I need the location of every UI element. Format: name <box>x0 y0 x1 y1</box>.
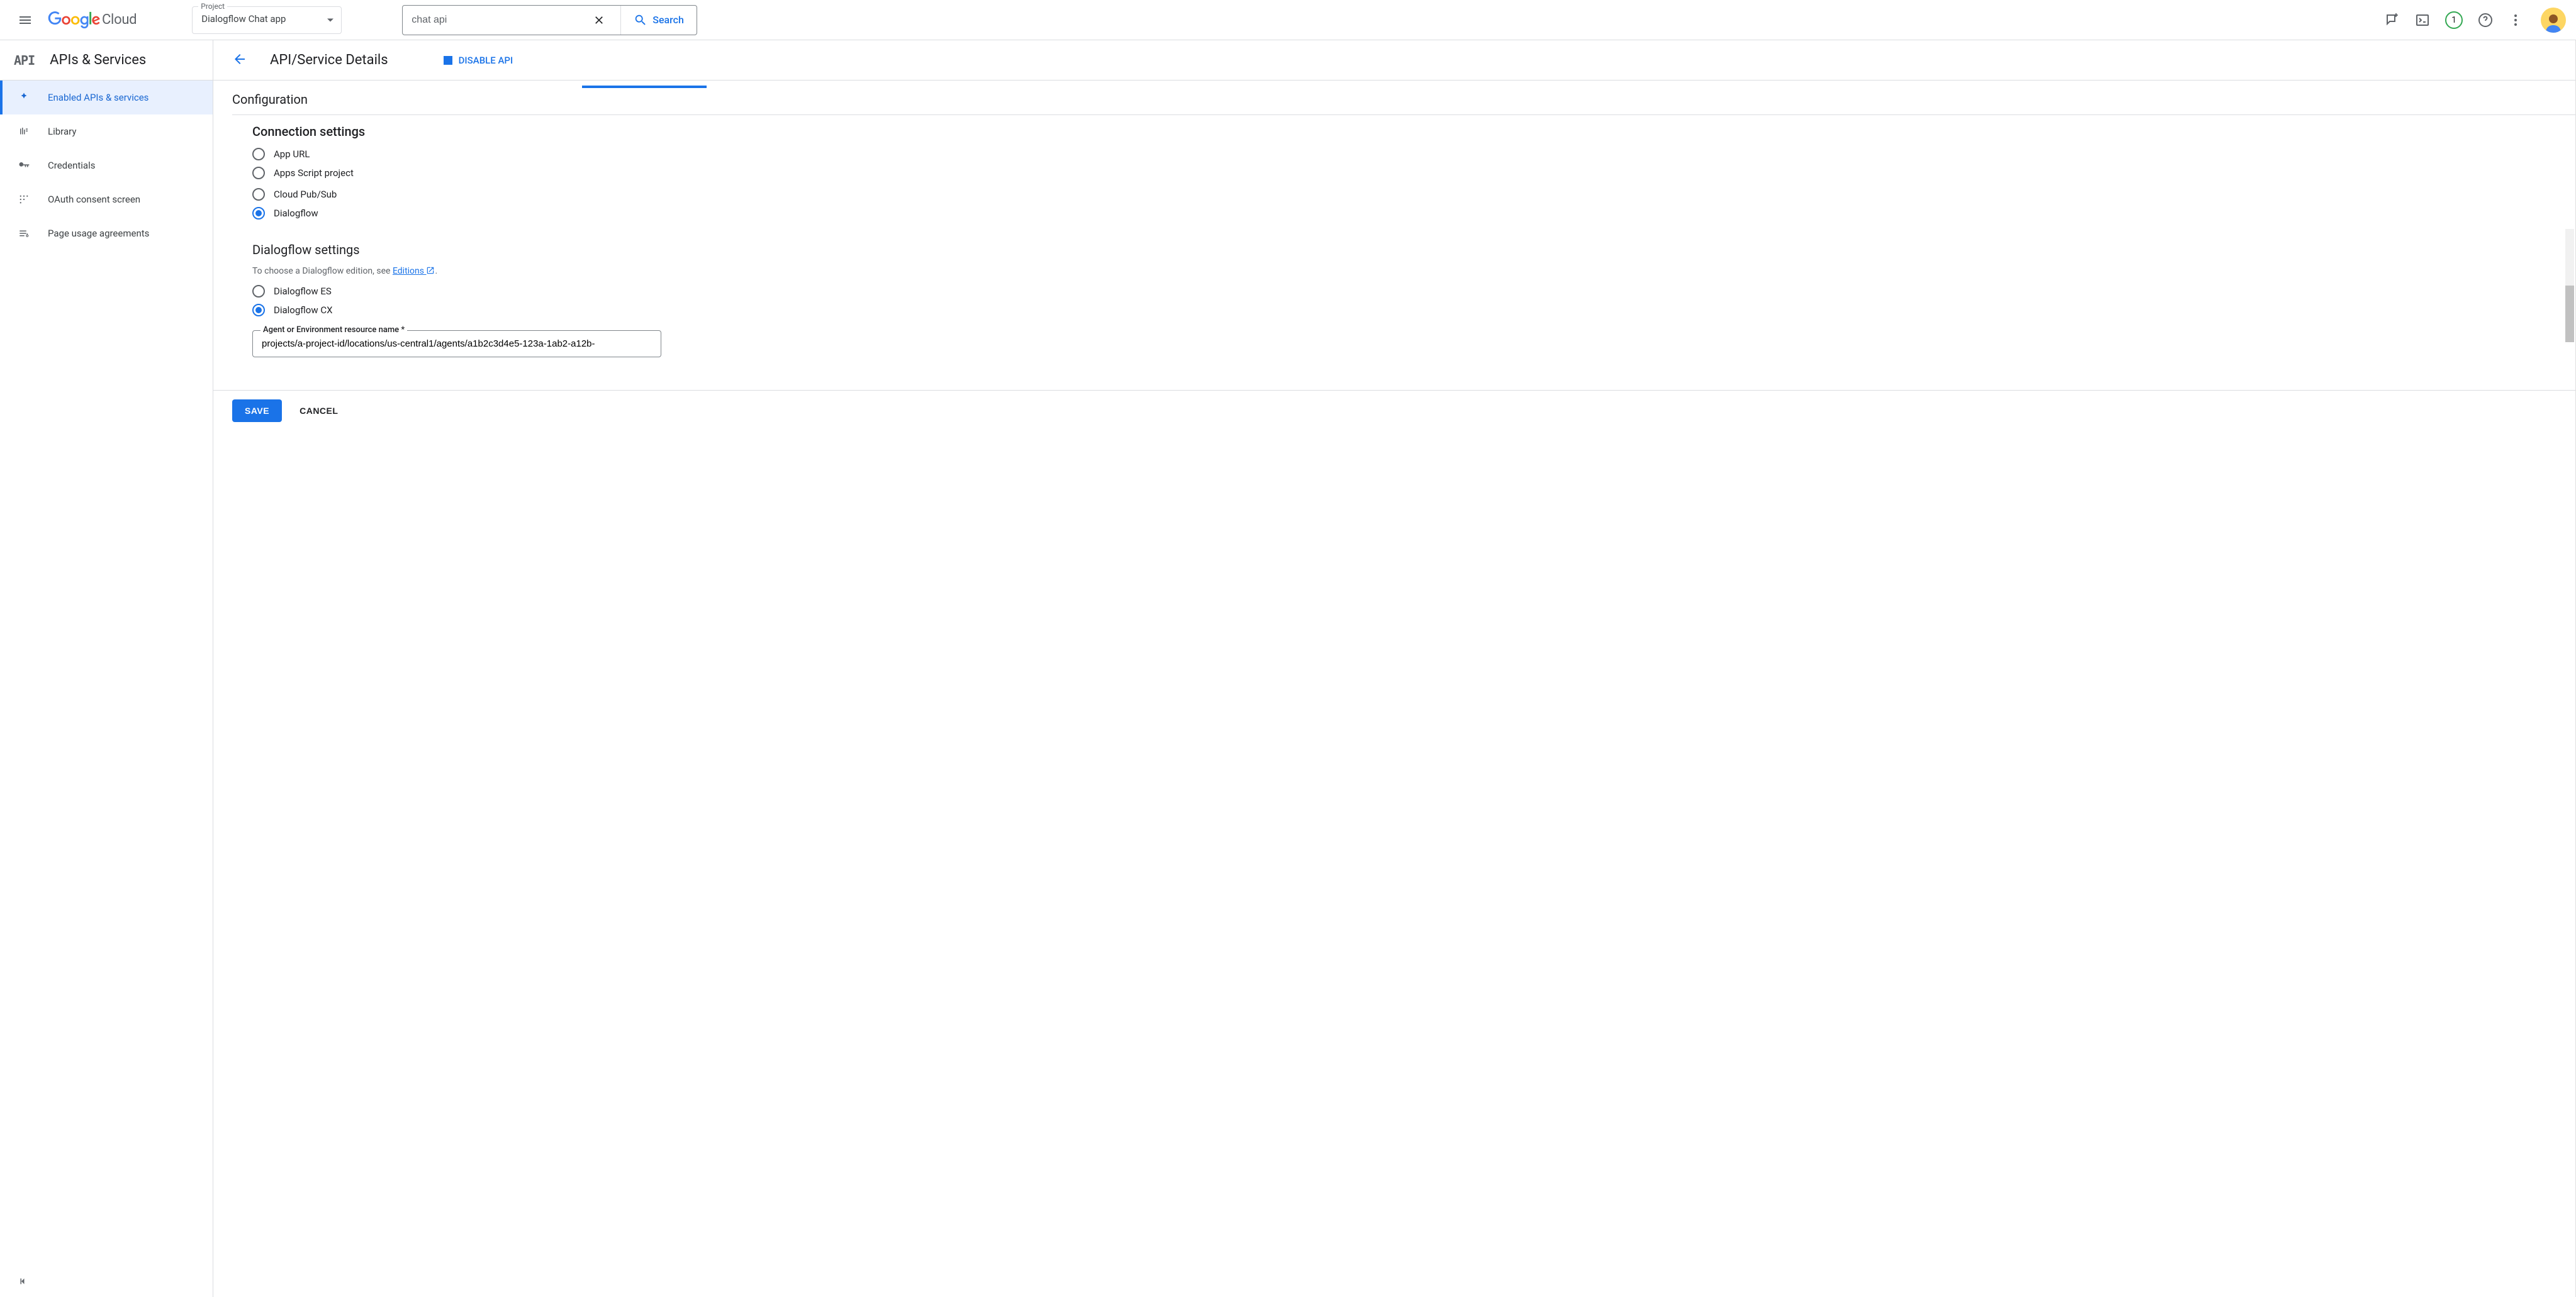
dialogflow-settings-heading: Dialogflow settings <box>252 242 2575 257</box>
dialogflow-help-text: To choose a Dialogflow edition, see Edit… <box>252 266 2575 276</box>
radio-pubsub[interactable]: Cloud Pub/Sub <box>252 188 2575 201</box>
search-icon <box>634 13 647 27</box>
radio-icon <box>252 188 265 201</box>
editions-link[interactable]: Editions <box>393 266 435 276</box>
page-title: API/Service Details <box>270 52 388 68</box>
api-badge: API <box>14 53 35 68</box>
radio-label: Cloud Pub/Sub <box>274 189 337 200</box>
search-bar: Search <box>402 5 697 35</box>
radio-dialogflow[interactable]: Dialogflow <box>252 207 2575 220</box>
usage-icon <box>18 228 30 239</box>
radio-icon <box>252 207 265 220</box>
google-cloud-logo[interactable]: Cloud <box>48 11 137 29</box>
sidebar: API APIs & Services Enabled APIs & servi… <box>0 40 213 1297</box>
radio-icon <box>252 167 265 179</box>
radio-label: Dialogflow ES <box>274 286 332 297</box>
save-button[interactable]: SAVE <box>232 399 282 422</box>
enabled-apis-icon <box>18 92 30 103</box>
scrollbar-thumb[interactable] <box>2565 286 2574 342</box>
sidebar-item-label: Credentials <box>48 160 95 171</box>
radio-icon <box>252 304 265 316</box>
divider <box>232 114 2575 115</box>
search-button-label: Search <box>652 14 684 26</box>
sidebar-item-credentials[interactable]: Credentials <box>0 148 213 182</box>
caret-down-icon <box>327 18 333 21</box>
cloud-text: Cloud <box>102 12 137 28</box>
avatar-icon <box>2542 10 2565 33</box>
sidebar-item-label: OAuth consent screen <box>48 194 140 205</box>
hamburger-icon <box>18 13 33 28</box>
search-input-wrap <box>403 6 620 35</box>
help-icon <box>2478 13 2493 28</box>
search-input[interactable] <box>412 14 586 26</box>
search-clear-button[interactable] <box>586 14 612 26</box>
radio-icon <box>252 148 265 160</box>
account-avatar[interactable] <box>2541 8 2566 33</box>
radio-dialogflow-cx[interactable]: Dialogflow CX <box>252 304 2575 316</box>
content-area: Configuration Connection settings App UR… <box>213 81 2575 1297</box>
collapse-sidebar-button[interactable] <box>18 1276 29 1289</box>
notification-count: 1 <box>2451 15 2456 25</box>
google-logo-icon <box>48 11 101 29</box>
radio-label: Dialogflow CX <box>274 304 333 316</box>
resource-name-input[interactable] <box>262 338 652 349</box>
feedback-button[interactable] <box>2385 13 2400 28</box>
cancel-button[interactable]: CANCEL <box>300 406 338 416</box>
radio-label: App URL <box>274 148 310 160</box>
sidebar-item-library[interactable]: Library <box>0 114 213 148</box>
external-link-icon <box>426 266 435 275</box>
key-icon <box>18 159 30 172</box>
back-button[interactable] <box>227 47 252 74</box>
sidebar-item-oauth[interactable]: OAuth consent screen <box>0 182 213 216</box>
resource-name-field: Agent or Environment resource name * <box>252 330 661 357</box>
sidebar-item-enabled-apis[interactable]: Enabled APIs & services <box>0 81 213 114</box>
sidebar-item-label: Enabled APIs & services <box>48 92 148 103</box>
page-header: API/Service Details DISABLE API <box>213 40 2575 81</box>
arrow-back-icon <box>232 52 247 67</box>
disable-api-button[interactable]: DISABLE API <box>444 55 513 66</box>
sidebar-item-page-usage[interactable]: Page usage agreements <box>0 216 213 250</box>
radio-icon <box>252 285 265 298</box>
chevron-left-icon <box>18 1276 29 1287</box>
disable-api-label: DISABLE API <box>459 55 513 66</box>
radio-apps-script[interactable]: Apps Script project <box>252 167 2575 179</box>
cloud-shell-button[interactable] <box>2415 13 2430 28</box>
connection-settings-heading: Connection settings <box>252 124 2575 139</box>
help-button[interactable] <box>2478 13 2493 28</box>
close-icon <box>593 14 605 26</box>
search-button[interactable]: Search <box>621 6 697 35</box>
project-value: Dialogflow Chat app <box>201 13 318 25</box>
project-selector[interactable]: Project Dialogflow Chat app <box>192 6 342 34</box>
topbar: Cloud Project Dialogflow Chat app Search… <box>0 0 2576 40</box>
radio-label: Apps Script project <box>274 167 354 179</box>
library-icon <box>18 126 30 137</box>
stop-icon <box>444 56 452 65</box>
main-menu-button[interactable] <box>10 5 40 35</box>
sidebar-header: API APIs & Services <box>0 40 213 81</box>
feedback-icon <box>2385 13 2400 28</box>
help-pre: To choose a Dialogflow edition, see <box>252 266 393 276</box>
project-label: Project <box>198 2 227 11</box>
main-content: API/Service Details DISABLE API Configur… <box>213 40 2576 1297</box>
more-vert-icon <box>2508 13 2523 28</box>
terminal-icon <box>2415 13 2430 28</box>
sidebar-item-label: Page usage agreements <box>48 228 149 239</box>
radio-dialogflow-es[interactable]: Dialogflow ES <box>252 285 2575 298</box>
more-button[interactable] <box>2508 13 2523 28</box>
footer-actions: SAVE CANCEL <box>213 390 2575 431</box>
radio-app-url[interactable]: App URL <box>252 148 2575 160</box>
notifications-button[interactable]: 1 <box>2445 11 2463 29</box>
radio-label: Dialogflow <box>274 208 318 219</box>
sidebar-item-label: Library <box>48 126 76 137</box>
sidebar-title: APIs & Services <box>50 52 146 68</box>
configuration-heading: Configuration <box>213 92 2575 107</box>
help-post: . <box>435 266 437 276</box>
topbar-actions: 1 <box>2385 11 2523 29</box>
editions-link-text: Editions <box>393 266 424 276</box>
resource-name-label: Agent or Environment resource name * <box>260 325 407 335</box>
consent-icon <box>18 194 30 205</box>
